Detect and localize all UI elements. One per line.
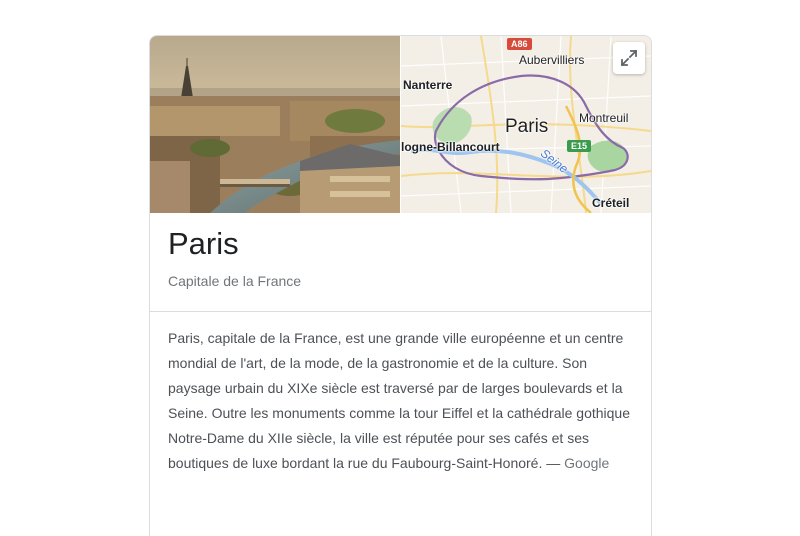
source-link[interactable]: Google (564, 455, 609, 471)
media-strip: A86 Aubervilliers Nanterre Paris Montreu… (150, 36, 651, 213)
map-label-paris: Paris (505, 116, 549, 137)
map-label-montreuil: Montreuil (579, 111, 629, 125)
source-separator: — (542, 455, 565, 471)
map-label-nanterre: Nanterre (403, 78, 453, 92)
entity-description: Paris, capitale de la France, est une gr… (168, 326, 634, 476)
paris-photo[interactable] (150, 36, 400, 213)
e15-shield: E15 (567, 140, 592, 152)
paris-map[interactable]: A86 Aubervilliers Nanterre Paris Montreu… (401, 36, 651, 213)
description-text: Paris, capitale de la France, est une gr… (168, 330, 630, 471)
expand-map-button[interactable] (613, 42, 645, 74)
map-label-aubervilliers: Aubervilliers (519, 53, 585, 67)
map-label-boulogne: logne-Billancourt (401, 140, 500, 154)
a86-shield: A86 (507, 38, 532, 50)
map-label-creteil: Créteil (592, 196, 630, 210)
paris-photo-image (150, 36, 400, 213)
entity-title: Paris (168, 226, 239, 261)
expand-icon (620, 49, 638, 67)
knowledge-panel-card: A86 Aubervilliers Nanterre Paris Montreu… (149, 35, 652, 536)
divider (150, 311, 651, 312)
entity-subtitle: Capitale de la France (168, 273, 302, 289)
